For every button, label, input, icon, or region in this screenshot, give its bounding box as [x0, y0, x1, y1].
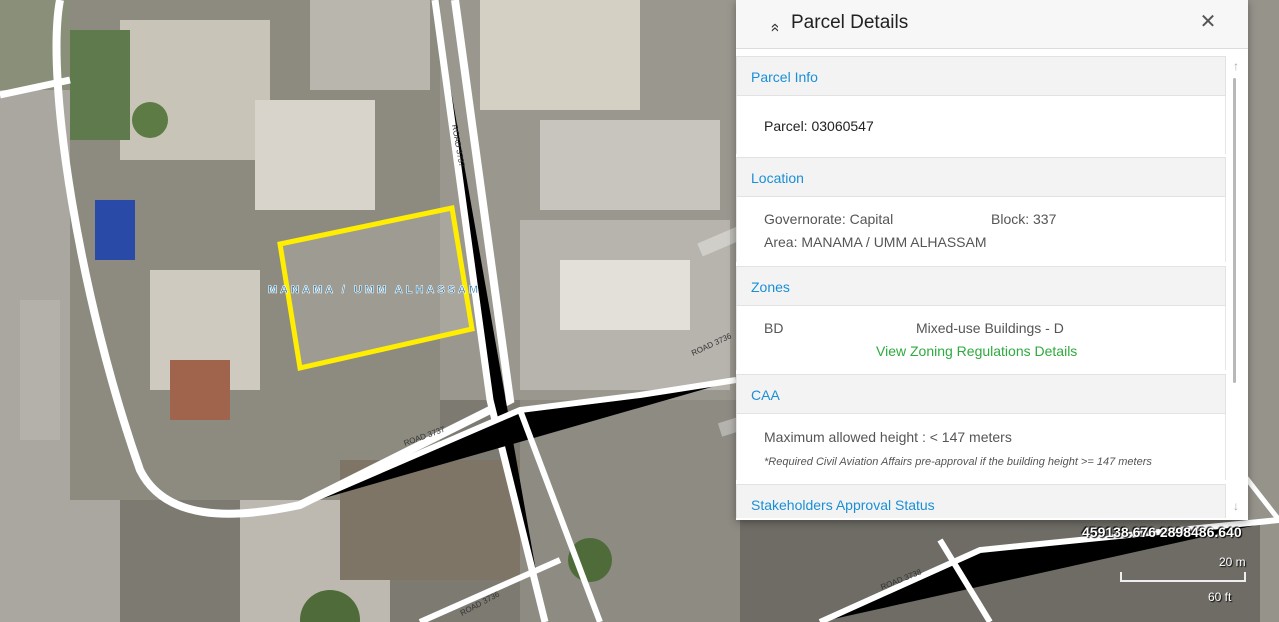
panel-header: » Parcel Details ✕	[736, 0, 1248, 49]
max-height-value: Maximum allowed height : < 147 meters	[764, 429, 1012, 445]
governorate-value: Governorate: Capital	[764, 211, 894, 227]
section-title: Stakeholders Approval Status	[751, 497, 935, 513]
panel-content[interactable]: Parcel Info Parcel: 03060547 Location Go…	[736, 56, 1228, 518]
section-body-parcel-info: Parcel: 03060547	[736, 96, 1226, 154]
parcel-number: Parcel: 03060547	[764, 118, 874, 134]
section-header-zones[interactable]: Zones	[736, 266, 1226, 306]
close-icon[interactable]: ✕	[1198, 11, 1218, 33]
scale-label-imperial: 60 ft	[1208, 590, 1232, 604]
panel-scrollbar[interactable]: ↑ ↓	[1228, 56, 1244, 518]
scroll-thumb[interactable]	[1233, 78, 1236, 383]
section-header-stakeholders[interactable]: Stakeholders Approval Status	[736, 484, 1226, 518]
panel-title: Parcel Details	[791, 12, 909, 33]
zone-description: Mixed-use Buildings - D	[916, 320, 1064, 336]
coordinate-readout: 459138.676 2898486.640	[1082, 524, 1242, 540]
area-label: MANAMA / UMM ALHASSAM	[268, 284, 481, 296]
collapse-icon[interactable]: »	[764, 14, 786, 32]
zone-code: BD	[764, 320, 784, 336]
zoning-regulations-link[interactable]: View Zoning Regulations Details	[876, 342, 1077, 360]
section-title: Zones	[751, 279, 790, 295]
block-value: Block: 337	[991, 211, 1057, 227]
scroll-down-icon[interactable]: ↓	[1228, 498, 1244, 514]
section-body-location: Governorate: Capital Block: 337 Area: MA…	[736, 197, 1226, 262]
section-body-zones: BD Mixed-use Buildings - D View Zoning R…	[736, 306, 1226, 370]
section-header-location[interactable]: Location	[736, 157, 1226, 197]
section-title: CAA	[751, 387, 780, 403]
parcel-details-panel: » Parcel Details ✕ Parcel Info Parcel: 0…	[736, 0, 1248, 520]
section-header-caa[interactable]: CAA	[736, 374, 1226, 414]
section-title: Location	[751, 170, 804, 186]
scale-bar	[1120, 572, 1246, 582]
section-title: Parcel Info	[751, 69, 818, 85]
caa-note: *Required Civil Aviation Affairs pre-app…	[764, 456, 1152, 468]
area-value: Area: MANAMA / UMM ALHASSAM	[764, 234, 987, 250]
scroll-up-icon[interactable]: ↑	[1228, 58, 1244, 74]
scale-label-metric: 20 m	[1219, 555, 1246, 569]
section-body-caa: Maximum allowed height : < 147 meters *R…	[736, 414, 1226, 480]
section-header-parcel-info[interactable]: Parcel Info	[736, 56, 1226, 96]
